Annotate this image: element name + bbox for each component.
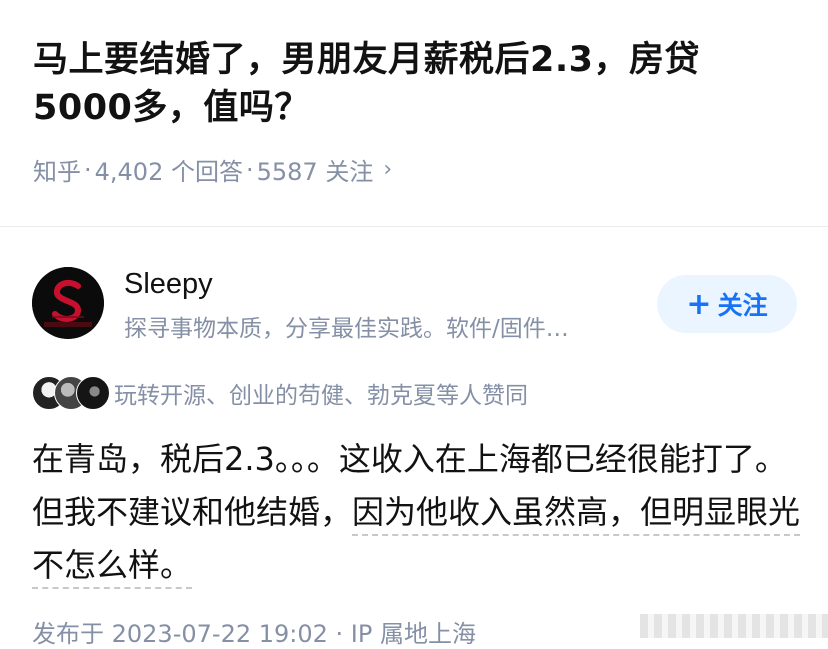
avatar-logo-icon — [32, 267, 104, 339]
question-meta[interactable]: 知乎 · 4,402 个回答 · 5587 关注 › — [33, 152, 392, 187]
voter-avatar — [76, 376, 110, 410]
answer-content[interactable]: 在青岛，税后2.3。。。这收入在上海都已经很能打了。但我不建议和他结婚，因为他收… — [32, 433, 802, 592]
meta-answers-count: 4,402 个回答 — [94, 158, 243, 186]
meta-dot: · — [245, 155, 254, 184]
author-bio: 探寻事物本质，分享最佳实践。软件/固件… — [124, 316, 569, 342]
answer-timestamp: 发布于 2023-07-22 19:02 · IP 属地上海 — [32, 620, 476, 648]
meta-dot: · — [84, 155, 92, 184]
chevron-right-icon: › — [383, 157, 393, 182]
voter-avatars — [32, 376, 112, 410]
author-name[interactable]: Sleepy — [124, 268, 213, 301]
question-title[interactable]: 马上要结婚了，男朋友月薪税后2.3，房贷5000多，值吗？ — [33, 36, 793, 132]
follow-button[interactable]: + 关注 — [657, 275, 797, 333]
voters-text: 玩转开源、创业的苟健、勃克夏等人赞同 — [114, 383, 528, 409]
meta-source: 知乎 — [33, 158, 81, 186]
meta-followers-count: 5587 关注 — [256, 158, 374, 186]
author-avatar[interactable] — [32, 267, 104, 339]
plus-icon: + — [686, 286, 712, 322]
watermark — [640, 614, 828, 638]
section-divider — [0, 226, 828, 227]
follow-button-label: 关注 — [717, 291, 768, 320]
voters-row[interactable]: 玩转开源、创业的苟健、勃克夏等人赞同 — [32, 376, 528, 410]
